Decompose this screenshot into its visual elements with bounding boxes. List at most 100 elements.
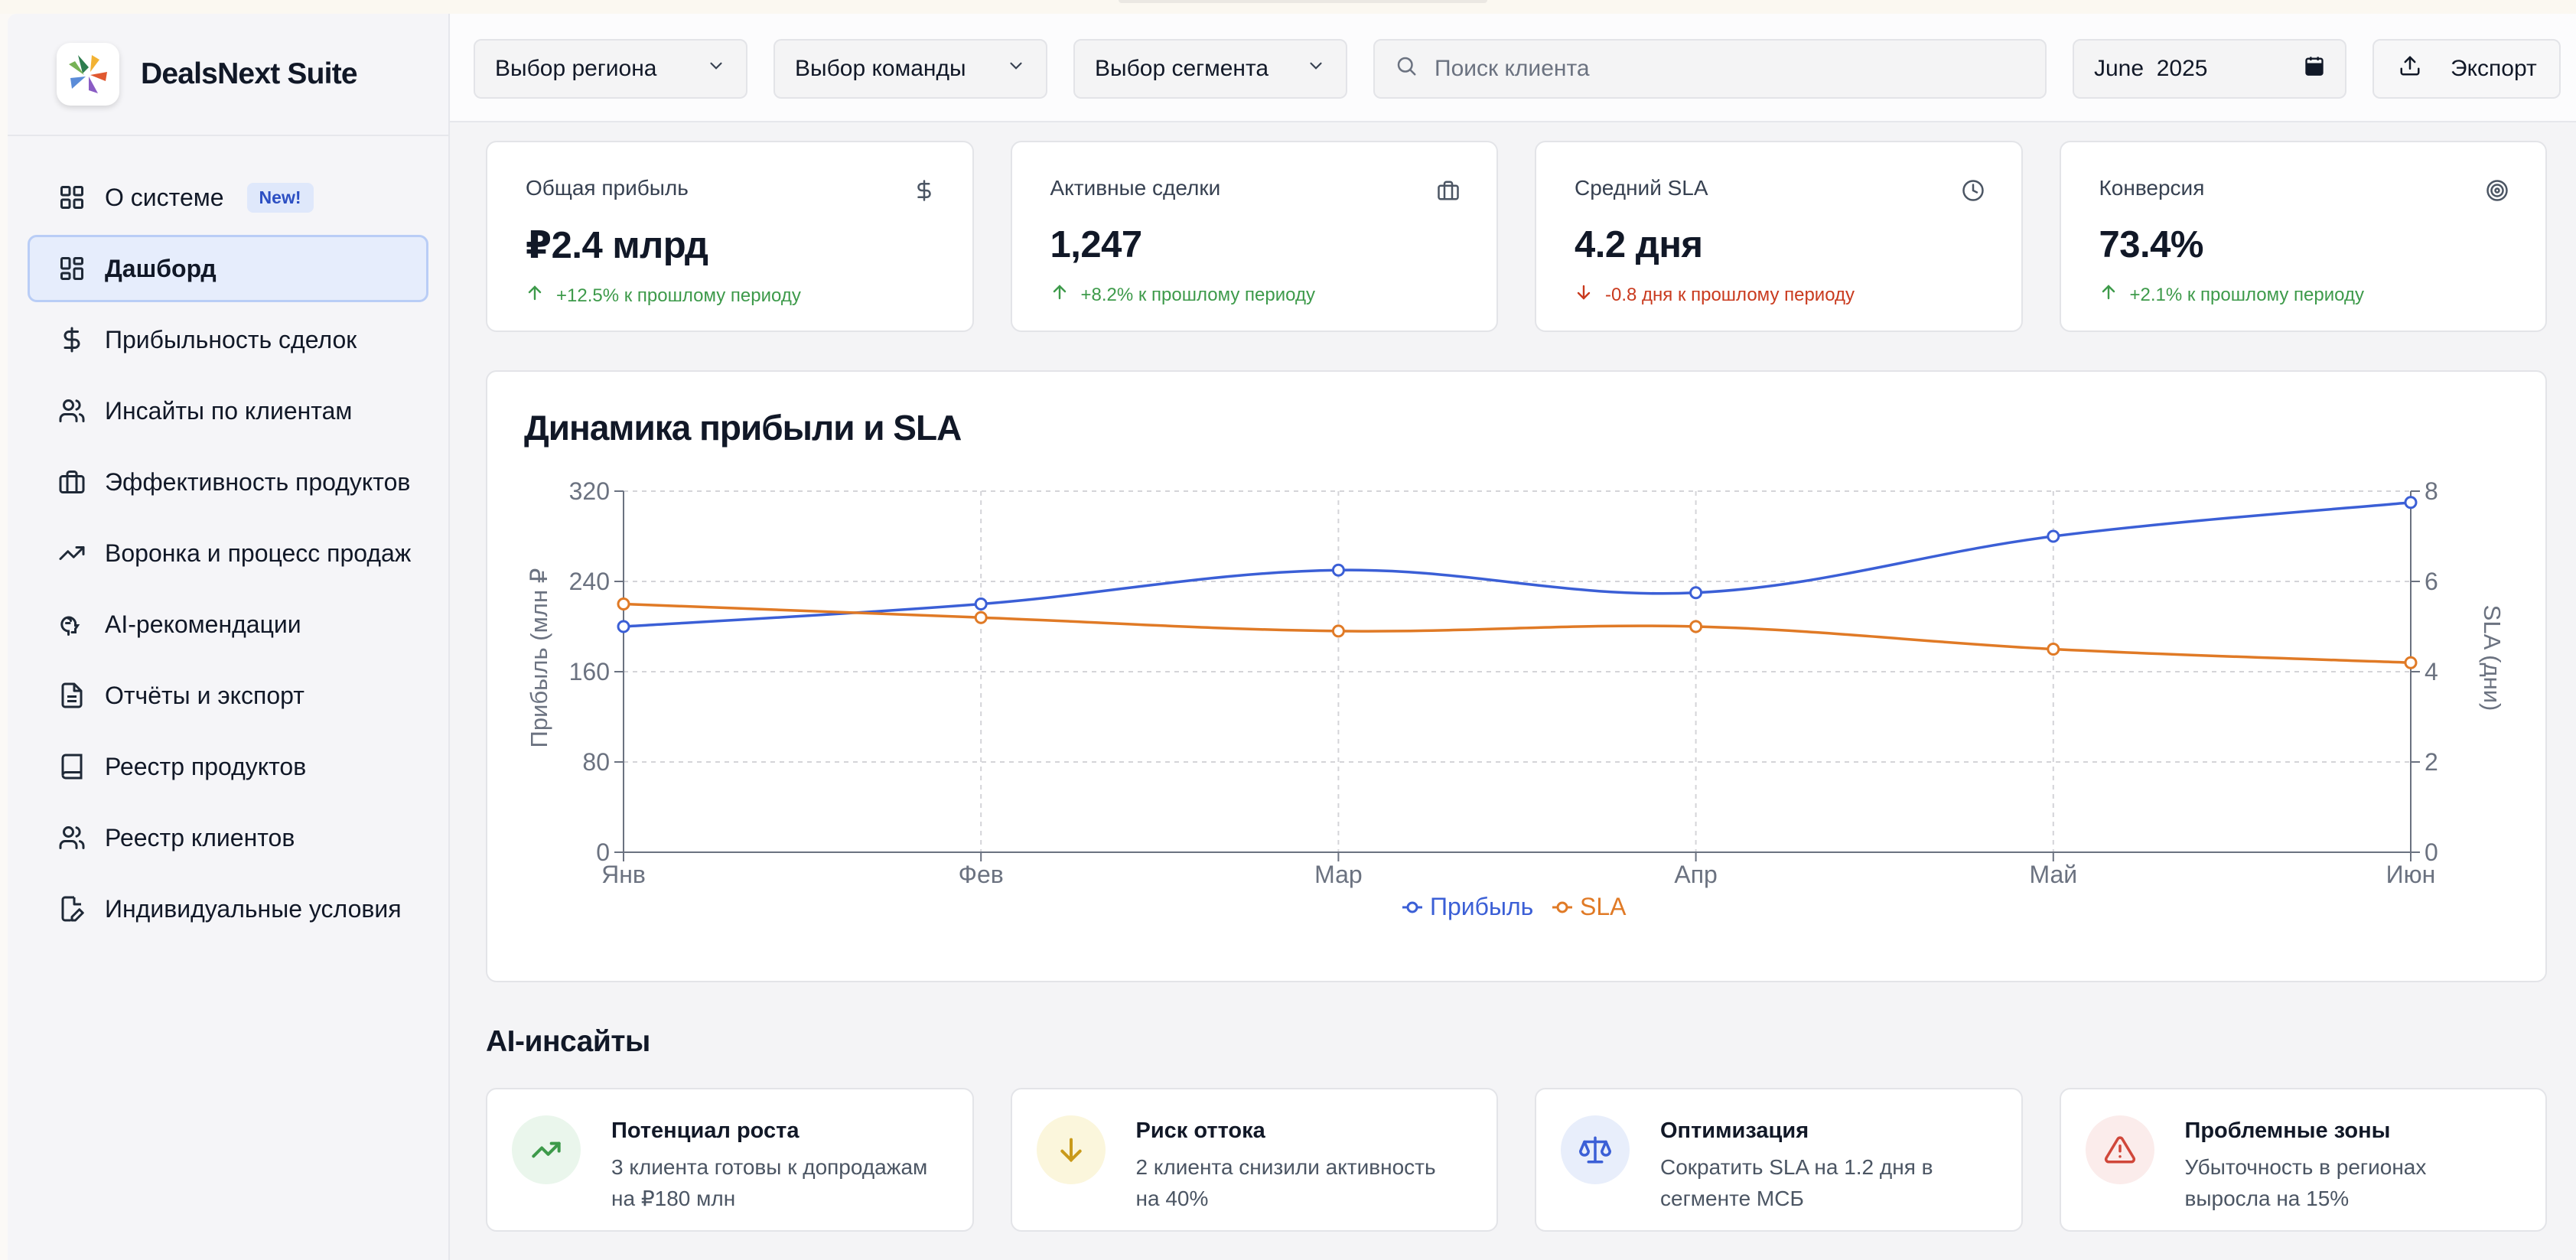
app-window: DealsNext Suite О системе New! Дашборд П… bbox=[8, 14, 2576, 1260]
sla-data-point bbox=[617, 597, 630, 610]
insight-title: Потенциал роста bbox=[611, 1118, 800, 1143]
chevron-down-icon bbox=[1006, 56, 1026, 82]
briefcase-icon bbox=[1437, 179, 1460, 206]
kpi-card-avg-sla: Средний SLA 4.2 дня -0.8 дня к прошлому … bbox=[1535, 141, 2023, 332]
insight-title: Проблемные зоны bbox=[2184, 1118, 2391, 1143]
sidebar-item-label: Индивидуальные условия bbox=[105, 894, 402, 923]
profit-sla-chart: 08016024032002468Янв Фев Мар Апр Май ИюнПрибы… bbox=[526, 477, 2506, 920]
kpi-delta-text: +2.1% к прошлому периоду bbox=[2129, 284, 2364, 305]
app-logo[interactable] bbox=[57, 43, 119, 106]
document-icon bbox=[57, 681, 86, 710]
region-select[interactable]: Выбор региона bbox=[474, 39, 747, 99]
y-right-tick-label: 8 bbox=[2425, 477, 2438, 505]
sidebar-item-product-registry[interactable]: Реестр продуктов bbox=[28, 733, 428, 800]
scale-icon bbox=[1561, 1115, 1630, 1184]
profit-data-point bbox=[1689, 586, 1703, 600]
sidebar-item-label: Воронка и процесс продаж bbox=[105, 539, 412, 567]
grid-icon bbox=[57, 183, 86, 212]
profit-legend-dot bbox=[1406, 901, 1418, 913]
briefcase-icon bbox=[57, 467, 86, 497]
chevron-down-icon bbox=[1306, 56, 1326, 82]
chevron-down-icon bbox=[706, 56, 726, 82]
window-top-strip bbox=[0, 0, 2576, 14]
sidebar-item-about[interactable]: О системе New! bbox=[28, 164, 428, 231]
sla-data-point bbox=[1331, 624, 1345, 638]
arrow-up-icon bbox=[2099, 283, 2118, 307]
insight-text: Убыточность в регионах bbox=[2184, 1155, 2427, 1179]
x-tick-label: Июн bbox=[2386, 861, 2436, 888]
sidebar-item-sales-funnel[interactable]: Воронка и процесс продаж bbox=[28, 519, 428, 587]
kpi-delta: +12.5% к прошлому периоду bbox=[526, 284, 936, 308]
arrow-up-icon bbox=[526, 284, 544, 308]
x-tick-label: Май bbox=[2029, 861, 2077, 888]
brain-icon bbox=[57, 610, 86, 639]
sidebar-item-deal-profitability[interactable]: Прибыльность сделок bbox=[28, 306, 428, 373]
profit-series-line bbox=[623, 501, 2412, 628]
sidebar-item-label: Реестр продуктов bbox=[105, 752, 307, 780]
upload-icon bbox=[2399, 54, 2421, 83]
window-handle bbox=[1119, 0, 1487, 3]
trending-up-icon bbox=[512, 1115, 581, 1184]
segment-select[interactable]: Выбор сегмента bbox=[1073, 39, 1347, 99]
toolbar: Выбор региона Выбор команды Выбор сегмен… bbox=[450, 14, 2576, 122]
insight-title: Риск оттока bbox=[1135, 1118, 1265, 1143]
sidebar-item-product-efficiency[interactable]: Эффективность продуктов bbox=[28, 448, 428, 516]
sidebar-item-dashboard[interactable]: Дашборд bbox=[28, 235, 428, 302]
insight-text: на 40% bbox=[1135, 1187, 1209, 1210]
export-button[interactable]: Экспорт bbox=[2372, 39, 2561, 99]
insight-text: на ₽180 млн bbox=[611, 1187, 736, 1210]
kpi-title: Активные сделки bbox=[1050, 176, 1221, 200]
insight-text: сегменте МСБ bbox=[1660, 1187, 1804, 1210]
y-left-axis-label: Прибыль (млн ₽ bbox=[526, 568, 552, 748]
insight-card-growth[interactable]: Потенциал роста 3 клиента готовы к допрод… bbox=[486, 1088, 974, 1232]
kpi-delta: +8.2% к прошлому периоду bbox=[1050, 283, 1461, 307]
kpi-value: 1,247 bbox=[1050, 224, 1143, 265]
insight-card-optimization[interactable]: Оптимизация Сократить SLA на 1.2 дня в сег… bbox=[1535, 1088, 2023, 1232]
insight-text: 2 клиента снизили активность bbox=[1135, 1155, 1436, 1179]
kpi-delta: -0.8 дня к прошлому периоду bbox=[1575, 283, 1985, 307]
kpi-card-total-profit: Общая прибыль ₽2.4 млрд +12.5% к прошлом… bbox=[486, 141, 974, 332]
x-tick-label: Апр bbox=[1674, 861, 1717, 888]
sidebar-item-custom-terms[interactable]: Индивидуальные условия bbox=[28, 875, 428, 943]
arrow-up-icon bbox=[1050, 283, 1069, 307]
y-right-tick-label: 2 bbox=[2425, 748, 2438, 776]
calendar-icon[interactable] bbox=[2304, 55, 2325, 83]
sidebar-item-label: AI-рекомендации bbox=[105, 610, 301, 638]
y-right-tick-label: 4 bbox=[2425, 658, 2438, 685]
sla-data-point bbox=[974, 610, 988, 624]
brand: DealsNext Suite bbox=[8, 14, 448, 136]
warning-icon bbox=[2085, 1115, 2154, 1184]
sidebar-item-label: О системе bbox=[105, 183, 224, 211]
kpi-delta-text: +12.5% к прошлому периоду bbox=[556, 285, 801, 306]
y-right-tick-label: 6 bbox=[2425, 568, 2438, 595]
kpi-value: 73.4% bbox=[2099, 224, 2204, 265]
profit-legend-label: Прибыль bbox=[1430, 893, 1533, 920]
insight-card-problem-zones[interactable]: Проблемные зоны Убыточность в регионах выр… bbox=[2059, 1088, 2547, 1232]
team-select[interactable]: Выбор команды bbox=[773, 39, 1047, 99]
main-area: Выбор региона Выбор команды Выбор сегмен… bbox=[450, 14, 2576, 1260]
sidebar-item-client-registry[interactable]: Реестр клиентов bbox=[28, 804, 428, 871]
sla-series-line bbox=[623, 602, 2412, 664]
sla-data-point bbox=[2404, 656, 2418, 669]
client-search-input[interactable]: Поиск клиента bbox=[1373, 39, 2047, 99]
sidebar-item-reports[interactable]: Отчёты и экспорт bbox=[28, 662, 428, 729]
dashboard-icon bbox=[57, 254, 86, 283]
y-left-tick-label: 80 bbox=[582, 748, 610, 776]
sla-legend-label: SLA bbox=[1580, 893, 1627, 920]
profit-data-point bbox=[2404, 496, 2418, 510]
sidebar-item-client-insights[interactable]: Инсайты по клиентам bbox=[28, 377, 428, 444]
sidebar-item-label: Инсайты по клиентам bbox=[105, 396, 353, 425]
profit-sla-chart-card: Динамика прибыли и SLA 0 80 160 240 320 0 2 4 6 8… bbox=[486, 370, 2547, 982]
sidebar-nav: О системе New! Дашборд Прибыльность сдел… bbox=[8, 136, 448, 943]
kpi-card-active-deals: Активные сделки 1,247 +8.2% к прошлому п… bbox=[1010, 141, 1498, 332]
arrow-down-icon bbox=[1036, 1115, 1106, 1184]
clock-icon bbox=[1962, 179, 1985, 206]
sidebar-item-label: Отчёты и экспорт bbox=[105, 681, 304, 709]
dashboard-content: Общая прибыль ₽2.4 млрд +12.5% к прошлом… bbox=[486, 141, 2547, 1232]
insight-card-churn-risk[interactable]: Риск оттока 2 клиента снизили активность н… bbox=[1010, 1088, 1498, 1232]
profit-data-point bbox=[974, 597, 988, 610]
kpi-cards: Общая прибыль ₽2.4 млрд +12.5% к прошлом… bbox=[486, 141, 2547, 332]
sidebar-item-ai-recommendations[interactable]: AI-рекомендации bbox=[28, 591, 428, 658]
kpi-card-conversion: Конверсия 73.4% +2.1% к прошлому периоду bbox=[2059, 141, 2547, 332]
date-picker[interactable]: June 2025 bbox=[2073, 39, 2346, 99]
